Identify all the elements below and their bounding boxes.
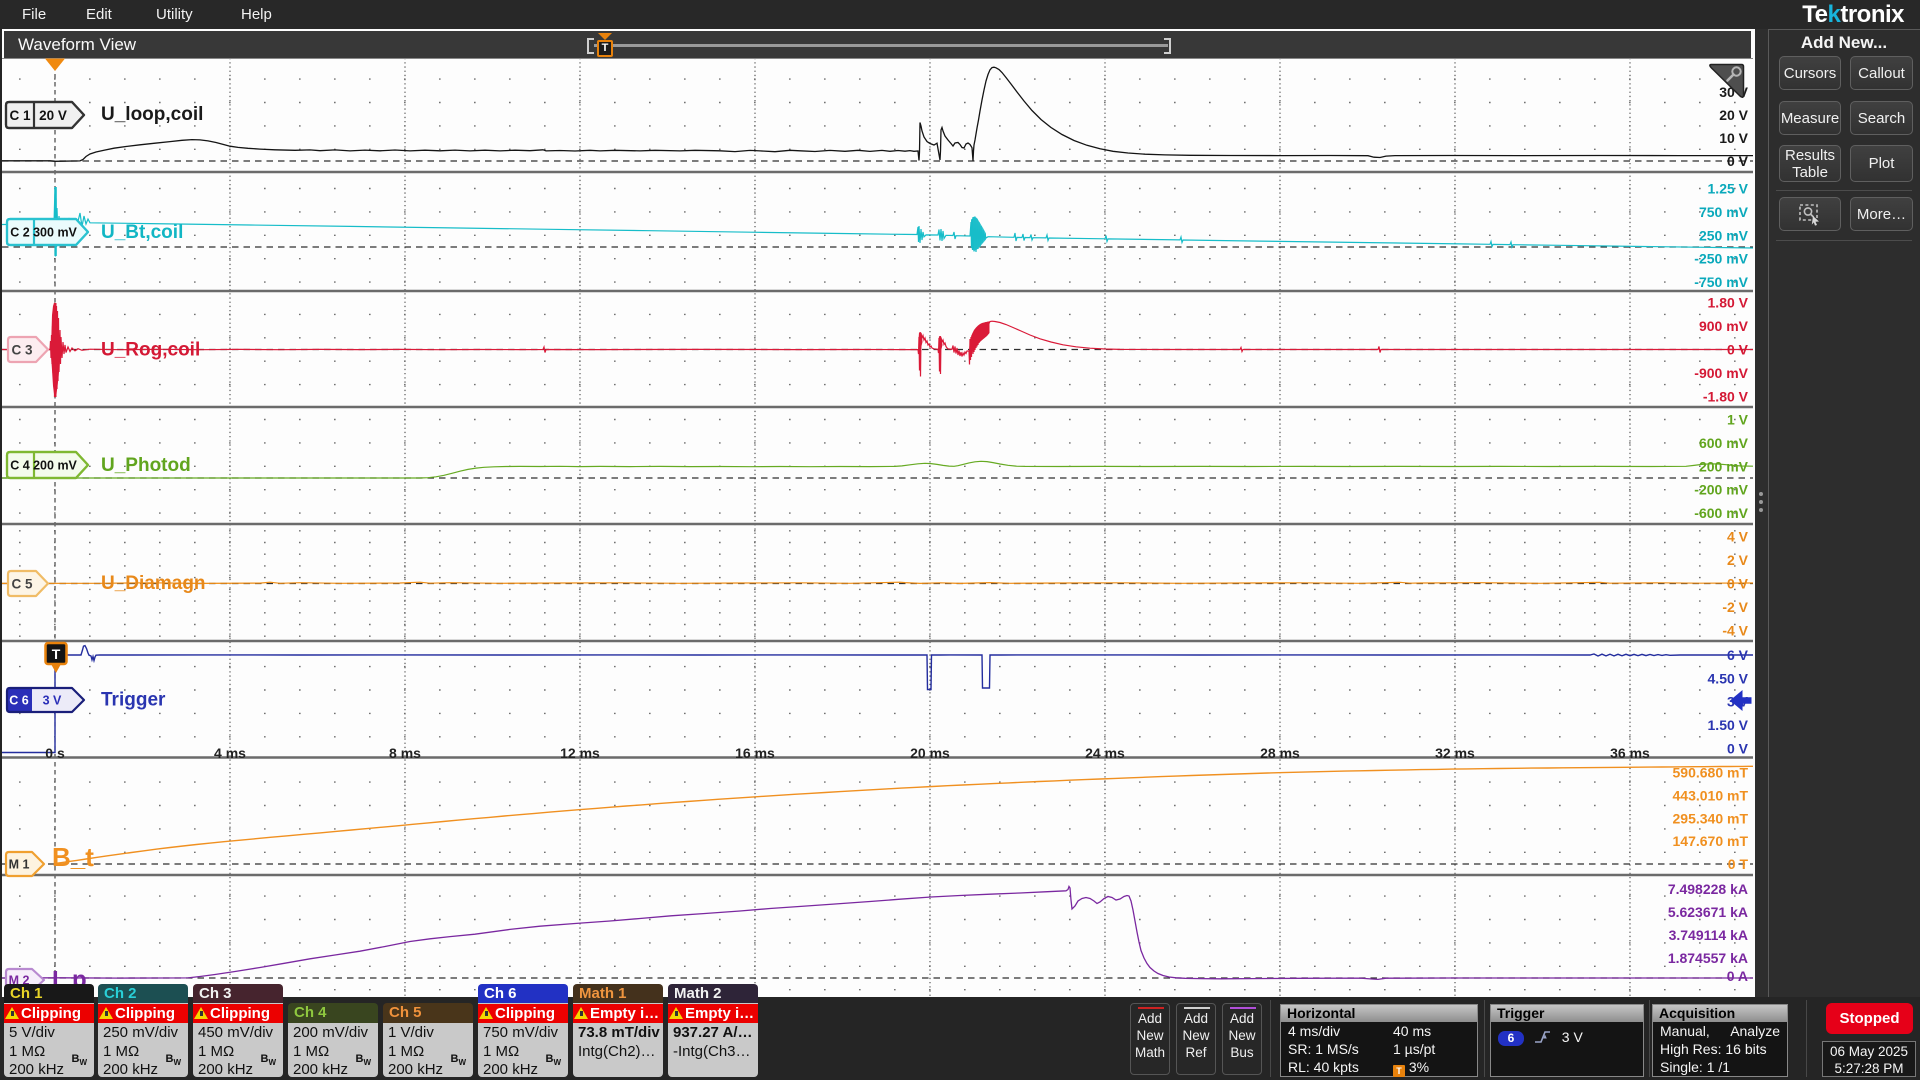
svg-text:-750 mV: -750 mV — [1694, 274, 1748, 290]
svg-text:250 mV: 250 mV — [1699, 227, 1749, 243]
svg-text:200 mV: 200 mV — [33, 459, 77, 473]
svg-text:200 mV: 200 mV — [1699, 458, 1749, 474]
svg-text:-1.80 V: -1.80 V — [1703, 388, 1749, 404]
svg-text:1.874557 kA: 1.874557 kA — [1668, 950, 1748, 966]
svg-text:600 mV: 600 mV — [1699, 435, 1749, 451]
svg-text:295.340 mT: 295.340 mT — [1673, 810, 1749, 826]
svg-text:-900 mV: -900 mV — [1694, 365, 1748, 381]
svg-text:10 V: 10 V — [1719, 130, 1748, 146]
svg-text:C 2: C 2 — [10, 226, 30, 240]
svg-text:443.010 mT: 443.010 mT — [1673, 787, 1749, 803]
svg-text:Trigger: Trigger — [101, 690, 166, 711]
svg-text:20 V: 20 V — [39, 108, 67, 123]
svg-text:0 V: 0 V — [1727, 741, 1749, 757]
svg-text:U_loop,coil: U_loop,coil — [101, 104, 203, 125]
svg-text:3.749114 kA: 3.749114 kA — [1669, 927, 1748, 943]
svg-text:8 ms: 8 ms — [389, 745, 421, 761]
svg-text:20 ms: 20 ms — [910, 745, 950, 761]
svg-text:0 T: 0 T — [1728, 856, 1749, 872]
svg-text:T: T — [52, 646, 61, 662]
svg-text:300 mV: 300 mV — [33, 226, 77, 240]
svg-text:C 1: C 1 — [9, 108, 31, 123]
svg-text:U_Diamagn: U_Diamagn — [101, 573, 206, 594]
svg-text:32 ms: 32 ms — [1435, 745, 1475, 761]
svg-text:C 5: C 5 — [11, 577, 33, 592]
svg-text:1.80 V: 1.80 V — [1708, 295, 1749, 311]
svg-text:M 1: M 1 — [9, 858, 30, 872]
svg-text:-4 V: -4 V — [1722, 622, 1748, 638]
svg-text:4 V: 4 V — [1727, 529, 1749, 545]
svg-text:C 6: C 6 — [9, 694, 29, 708]
svg-text:C 4: C 4 — [10, 459, 30, 473]
svg-text:2 V: 2 V — [1727, 552, 1749, 568]
svg-text:900 mV: 900 mV — [1699, 318, 1749, 334]
svg-text:U_Rog,coil: U_Rog,coil — [101, 340, 200, 361]
svg-text:7.498228 kA: 7.498228 kA — [1668, 881, 1748, 897]
svg-text:6 V: 6 V — [1727, 647, 1749, 663]
svg-text:24 ms: 24 ms — [1085, 745, 1125, 761]
svg-text:U_Bt,coil: U_Bt,coil — [101, 222, 183, 243]
svg-text:1.25 V: 1.25 V — [1708, 181, 1749, 197]
svg-text:4 ms: 4 ms — [214, 745, 246, 761]
svg-text:3 V: 3 V — [43, 694, 62, 708]
svg-text:-200 mV: -200 mV — [1694, 482, 1748, 498]
svg-text:5.623671 kA: 5.623671 kA — [1668, 904, 1748, 920]
svg-text:590.680 mT: 590.680 mT — [1673, 765, 1749, 781]
svg-text:4.50 V: 4.50 V — [1708, 670, 1749, 686]
svg-text:16 ms: 16 ms — [735, 745, 775, 761]
svg-text:1.50 V: 1.50 V — [1708, 717, 1749, 733]
svg-text:-250 mV: -250 mV — [1694, 251, 1748, 267]
svg-text:-600 mV: -600 mV — [1694, 505, 1748, 521]
svg-text:0 V: 0 V — [1727, 153, 1749, 169]
svg-text:0 A: 0 A — [1727, 968, 1748, 984]
svg-text:750 mV: 750 mV — [1699, 204, 1749, 220]
svg-text:-2 V: -2 V — [1722, 599, 1748, 615]
svg-text:1 V: 1 V — [1727, 412, 1749, 428]
svg-text:147.670 mT: 147.670 mT — [1673, 833, 1749, 849]
svg-text:0 s: 0 s — [45, 745, 65, 761]
svg-text:36 ms: 36 ms — [1610, 745, 1650, 761]
svg-text:B_t: B_t — [52, 842, 94, 872]
svg-text:C 3: C 3 — [11, 343, 33, 358]
svg-text:12 ms: 12 ms — [560, 745, 600, 761]
svg-text:0 V: 0 V — [1727, 576, 1749, 592]
svg-text:U_Photod: U_Photod — [101, 455, 191, 476]
svg-text:20 V: 20 V — [1719, 107, 1748, 123]
svg-text:28 ms: 28 ms — [1260, 745, 1300, 761]
svg-text:0 V: 0 V — [1727, 342, 1749, 358]
